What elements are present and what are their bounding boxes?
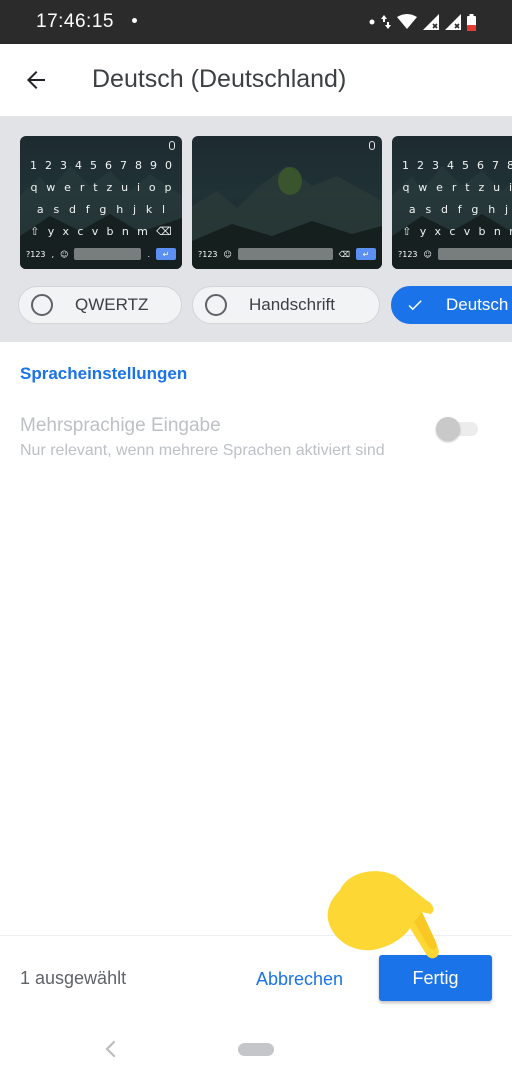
done-button[interactable]: Fertig [379,955,492,1001]
wifi-icon [397,14,417,30]
layout-carousel[interactable]: 1234567890 qwertzuiop asdfghjkl ⇧ yxcvbn… [0,116,512,342]
keyboard-preview-handwriting[interactable]: ?123 ☺ ⌫ ↵ [192,136,382,269]
layout-chip-handschrift[interactable]: Handschrift [192,286,380,324]
data-arrows-icon [381,14,391,30]
notification-dot-icon [369,19,375,25]
nav-back-icon[interactable] [102,1039,120,1059]
shift-icon: ⇧ [30,225,40,238]
backspace-icon: ⌫ [338,249,350,259]
signal-icon [423,14,439,30]
enter-icon: ↵ [156,248,176,260]
layout-chip-label: Handschrift [249,295,335,314]
arrow-left-icon [27,71,45,89]
toggle-thumb [436,417,460,441]
keyboard-letter-row-1: qwertzuiop [30,181,172,194]
space-key [237,248,333,260]
check-icon [406,296,424,314]
battery-low-icon [467,13,476,31]
backspace-icon: ⌫ [156,225,172,238]
microphone-icon [169,141,175,150]
emoji-icon: ☺ [223,249,232,259]
enter-icon: ↵ [356,248,376,260]
navigation-bar [0,1019,512,1080]
action-bar: 1 ausgewählt Abbrechen Fertig [0,935,512,1019]
space-key [74,248,142,260]
keyboard-preview-deutsch[interactable]: 1234567890 qwertzuiop asdfghjkl ⇧ yxcvbn… [392,136,512,269]
keyboard-number-row: 1234567890 [30,159,172,172]
emoji-icon: ☺ [60,249,69,259]
multilingual-toggle[interactable] [436,417,478,441]
keyboard-bottom-row: ?123 ☺ [398,247,512,261]
keyboard-letter-row-3: ⇧ yxcvbnm ⌫ [30,225,172,238]
app-bar: Deutsch (Deutschland) [0,44,512,116]
status-time: 17:46:15 [36,11,114,32]
signal-icon [445,14,461,30]
layout-chip-qwertz[interactable]: QWERTZ [18,286,182,324]
keyboard-letter-row-2: asdfghjkl [408,203,509,216]
multilingual-setting-title: Mehrsprachige Eingabe [20,415,221,436]
space-key [437,248,512,260]
selected-count: 1 ausgewählt [20,968,127,988]
layout-chip-label: QWERTZ [75,295,149,314]
status-icons [369,12,476,32]
page-title: Deutsch (Deutschland) [92,65,347,93]
cancel-button[interactable]: Abbrechen [250,962,349,996]
keyboard-letter-row-3: ⇧ yxcvbnm ⌫ [402,225,512,238]
layout-chip-label: Deutsch [446,295,509,314]
shift-icon: ⇧ [402,225,412,238]
section-header: Spracheinstellungen [20,364,188,383]
keyboard-bottom-row: ?123 ☺ ⌫ ↵ [198,247,376,261]
nav-home-pill[interactable] [238,1043,274,1056]
microphone-icon [369,141,375,150]
radio-unchecked-icon [31,294,53,316]
status-bar: 17:46:15 [0,0,512,44]
keyboard-number-row: 1234567890 [402,159,512,172]
layout-chip-deutsch[interactable]: Deutsch [391,286,512,324]
keyboard-preview-qwertz[interactable]: 1234567890 qwertzuiop asdfghjkl ⇧ yxcvbn… [20,136,182,269]
keyboard-bottom-row: ?123 , ☺ . ↵ [26,247,176,261]
emoji-icon: ☺ [423,249,432,259]
multilingual-setting-subtitle: Nur relevant, wenn mehrere Sprachen akti… [20,442,385,459]
radio-unchecked-icon [205,294,227,316]
back-button[interactable] [18,62,54,98]
notification-dot-icon [132,18,137,23]
keyboard-letter-row-2: asdfghjkl [36,203,166,216]
keyboard-letter-row-1: qwertzuiop [402,181,512,194]
